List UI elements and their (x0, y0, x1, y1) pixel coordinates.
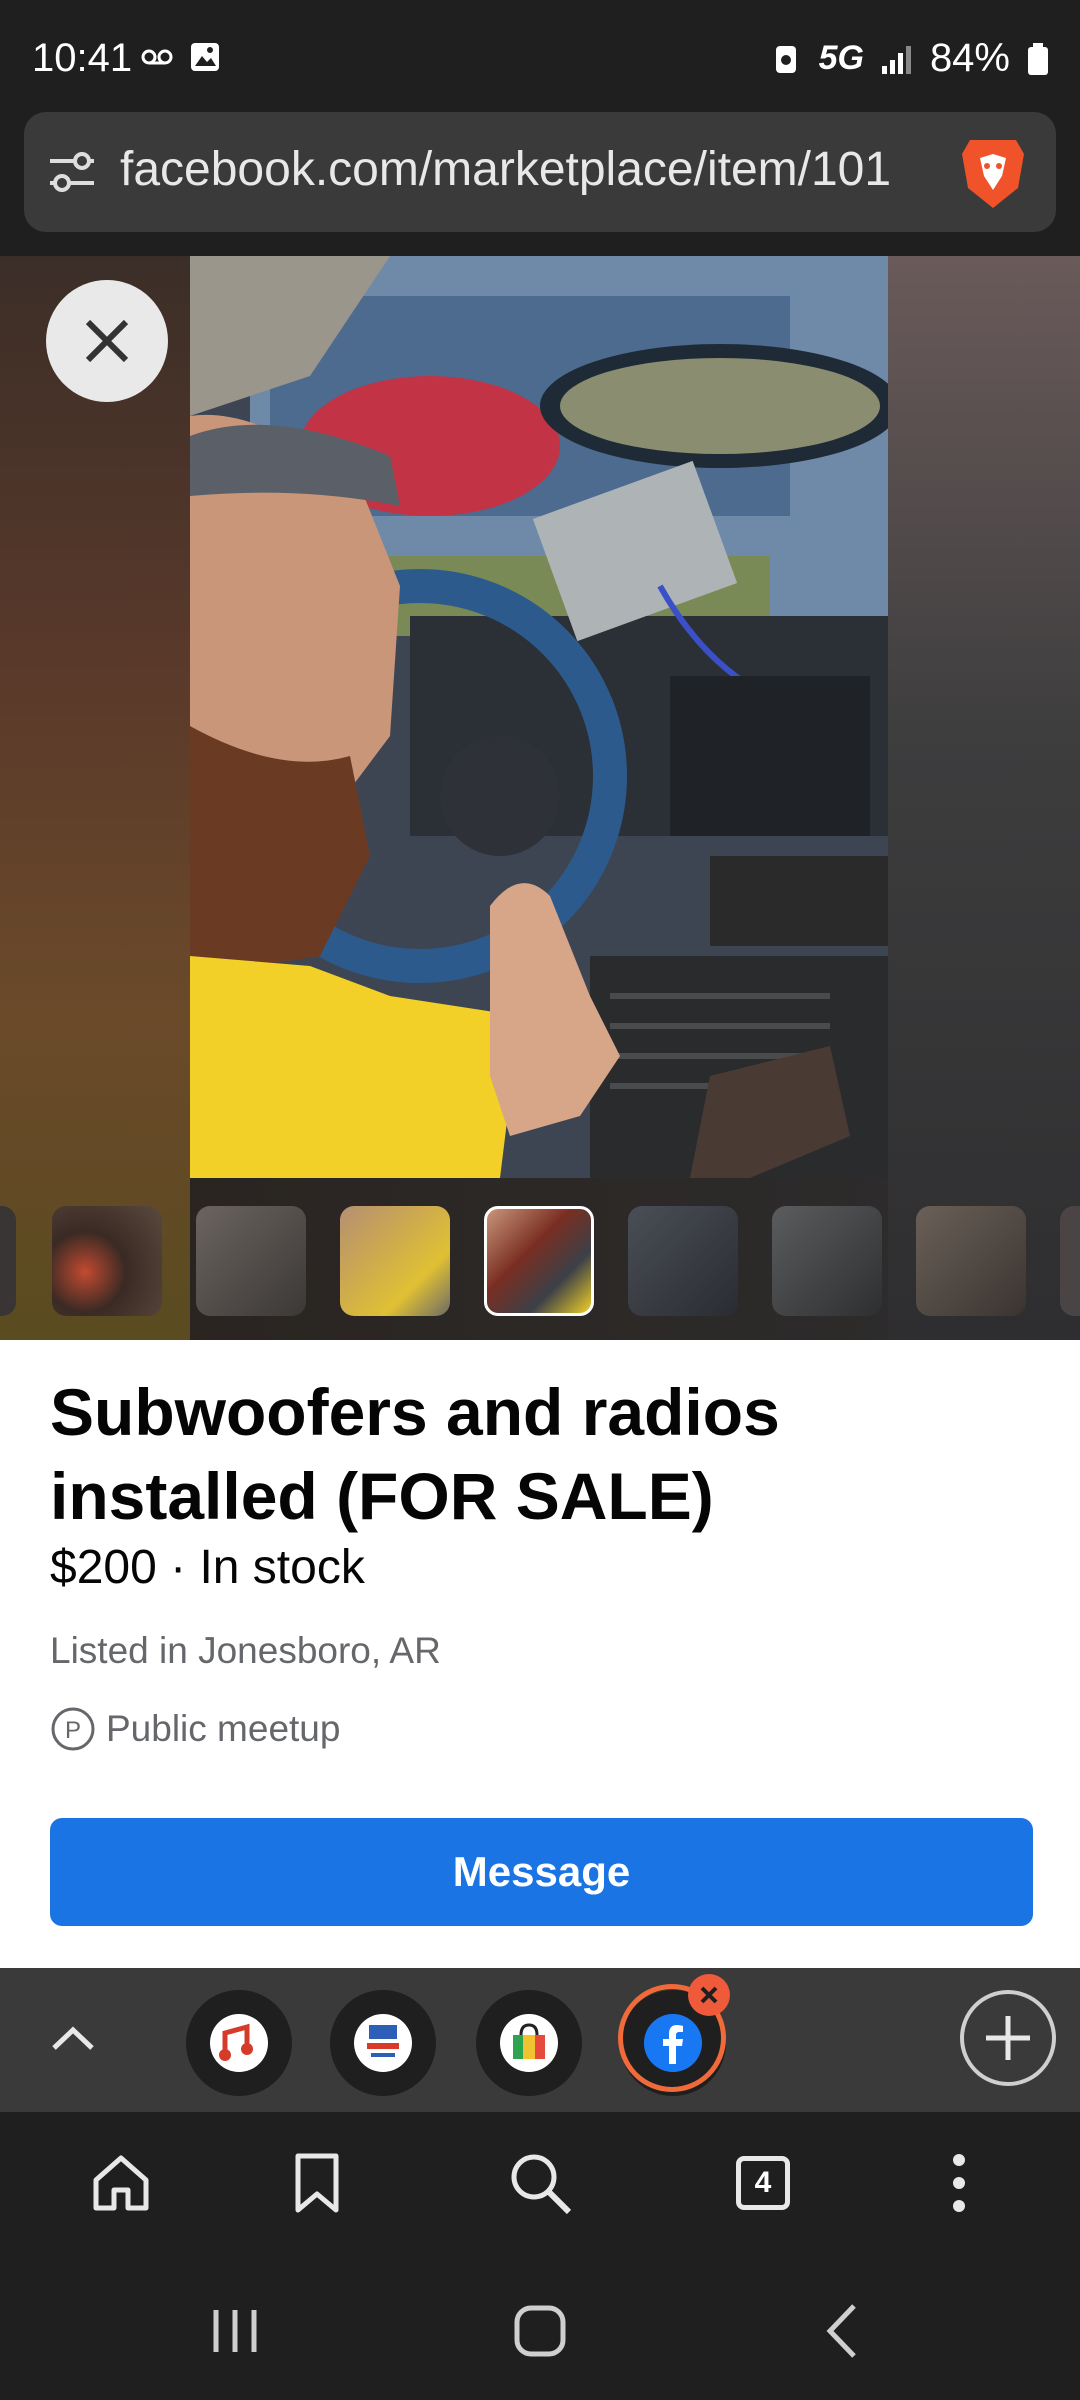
gallery-icon (191, 43, 219, 71)
bookmark-icon (295, 2153, 339, 2213)
diy-mobile-audio-icon (367, 2025, 399, 2057)
search-icon (511, 2154, 572, 2215)
back-icon[interactable] (808, 2296, 878, 2366)
status-time: 10:41 (32, 36, 133, 80)
plus-icon (986, 2016, 1030, 2060)
thumbnail-1[interactable] (52, 1206, 162, 1316)
close-tab-button[interactable] (688, 1974, 730, 2016)
thumbnail-5[interactable] (628, 1206, 738, 1316)
signal-icon (881, 45, 911, 74)
system-navigation-bar (0, 2256, 1080, 2400)
thumbnail-8[interactable] (1060, 1206, 1080, 1316)
tab-diy-mobile-audio[interactable] (330, 1990, 436, 2096)
browser-bottom-toolbar: 4 (0, 2112, 1080, 2256)
music-app-icon (219, 2023, 253, 2061)
thumbnail-6[interactable] (772, 1206, 882, 1316)
network-type: 5G (818, 39, 864, 77)
address-bar[interactable]: facebook.com/marketplace/item/101 (24, 112, 1056, 232)
status-bar: 10:41 5G 84% (0, 0, 1080, 112)
close-icon (700, 1986, 718, 2004)
listing-price: $200 · In stock (50, 1541, 365, 1594)
home-system-icon[interactable] (505, 2296, 575, 2366)
thumbnail-0[interactable] (0, 1206, 16, 1316)
listing-title: Subwoofers and radios installed (FOR SAL… (50, 1375, 780, 1533)
battery-saver-icon (775, 45, 796, 73)
battery-icon (1028, 42, 1048, 75)
thumbnail-7[interactable] (916, 1206, 1026, 1316)
thumbnail-4-selected[interactable] (484, 1206, 594, 1316)
photo-blur-right (888, 256, 1080, 1340)
main-listing-photo[interactable] (190, 256, 888, 1178)
svg-text:P: P (65, 1717, 81, 1744)
listing-details: Subwoofers and radios installed (FOR SAL… (0, 1340, 1080, 1968)
listing-photo-viewer[interactable] (0, 256, 1080, 1340)
public-meetup-icon: P (51, 1707, 95, 1751)
battery-level: 84% (929, 36, 1010, 80)
tab-count: 4 (736, 2156, 790, 2210)
url-text[interactable]: facebook.com/marketplace/item/101 (120, 142, 960, 197)
tab-shopping[interactable] (476, 1990, 582, 2096)
new-tab-button[interactable] (960, 1990, 1056, 2086)
tabs-button[interactable]: 4 (728, 2148, 798, 2218)
search-button[interactable] (505, 2148, 575, 2218)
close-viewer-button[interactable] (46, 280, 168, 402)
meetup-label: Public meetup (106, 1708, 341, 1749)
menu-button[interactable] (924, 2148, 994, 2218)
tab-group-strip (0, 1968, 1080, 2112)
thumbnail-2[interactable] (196, 1206, 306, 1316)
photo-thumbnail-strip (0, 1206, 1080, 1326)
photo-blur-left (0, 256, 190, 1340)
more-vertical-icon (953, 2154, 965, 2212)
brave-lion-icon[interactable] (958, 132, 1028, 212)
chevron-up-icon[interactable] (44, 2010, 102, 2068)
tab-music-app[interactable] (186, 1990, 292, 2096)
shopping-bag-icon (513, 2023, 545, 2059)
recent-apps-icon[interactable] (200, 2296, 270, 2366)
message-button[interactable]: Message (50, 1818, 1033, 1926)
bookmarks-button[interactable] (282, 2148, 352, 2218)
home-icon (93, 2155, 149, 2211)
site-settings-icon[interactable] (46, 146, 98, 198)
voicemail-icon (141, 49, 173, 65)
close-icon (85, 319, 129, 363)
listing-location: Listed in Jonesboro, AR (50, 1630, 441, 1671)
meetup-info: P Public meetup (50, 1706, 340, 1752)
home-button[interactable] (86, 2148, 156, 2218)
thumbnail-3[interactable] (340, 1206, 450, 1316)
